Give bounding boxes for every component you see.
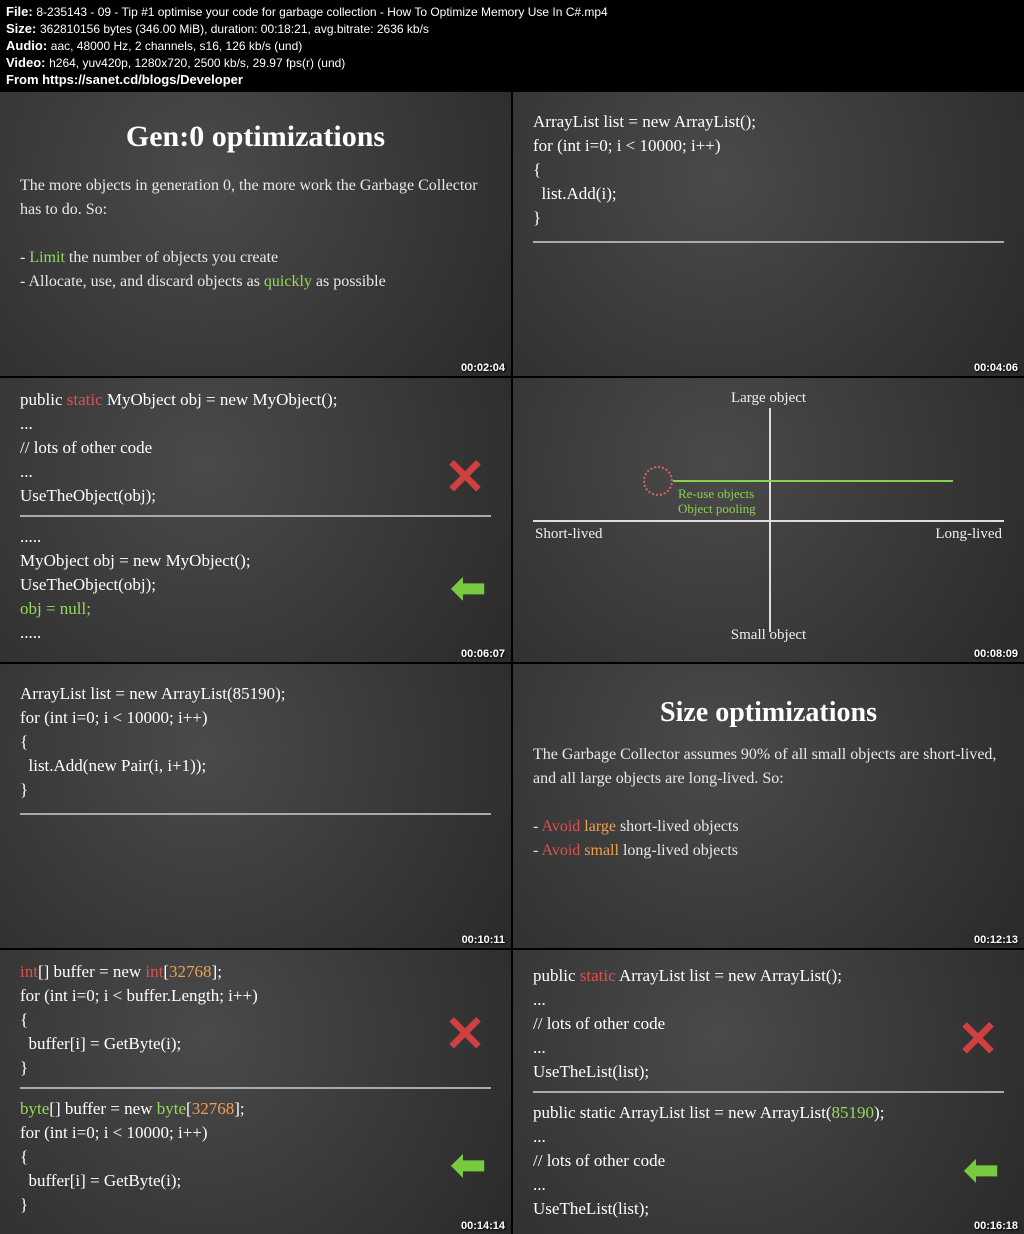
right-icon: ⬅: [451, 563, 486, 612]
thumb-1: Gen:0 optimizations The more objects in …: [0, 92, 511, 376]
divider: [20, 515, 491, 517]
horizontal-axis: [533, 520, 1004, 522]
axis-bottom-label: Small object: [731, 627, 806, 644]
bullet-2: - Avoid small long-lived objects: [533, 839, 1004, 863]
annotation-1: Re-use objects: [678, 486, 754, 502]
video-value: h264, yuv420p, 1280x720, 2500 kb/s, 29.9…: [49, 56, 345, 70]
dotted-circle: [643, 466, 673, 496]
code-top: public static MyObject obj = new MyObjec…: [20, 388, 491, 507]
timestamp: 00:16:18: [974, 1220, 1018, 1232]
right-icon: ⬅: [451, 1140, 486, 1189]
green-arrow: [673, 480, 953, 482]
right-icon: ⬅: [964, 1145, 999, 1194]
wrong-icon: ✕: [444, 1005, 486, 1063]
file-value: 8-235143 - 09 - Tip #1 optimise your cod…: [36, 5, 607, 19]
slide-body: The more objects in generation 0, the mo…: [20, 174, 491, 294]
timestamp: 00:08:09: [974, 648, 1018, 660]
wrong-icon: ✕: [444, 448, 486, 506]
thumb-5: ArrayList list = new ArrayList(85190); f…: [0, 664, 511, 948]
timestamp: 00:06:07: [461, 648, 505, 660]
file-info-header: File: 8-235143 - 09 - Tip #1 optimise yo…: [0, 0, 1024, 92]
slide-title: Size optimizations: [533, 697, 1004, 729]
intro-text: The more objects in generation 0, the mo…: [20, 174, 491, 222]
slide-body: The Garbage Collector assumes 90% of all…: [533, 743, 1004, 863]
thumb-6: Size optimizations The Garbage Collector…: [513, 664, 1024, 948]
timestamp: 00:12:13: [974, 934, 1018, 946]
divider: [533, 241, 1004, 243]
divider: [20, 813, 491, 815]
video-label: Video:: [6, 55, 49, 70]
size-value: 362810156 bytes (346.00 MiB), duration: …: [40, 22, 429, 36]
wrong-icon: ✕: [957, 1010, 999, 1068]
thumbnail-grid: Gen:0 optimizations The more objects in …: [0, 92, 1024, 1234]
code-top: public static ArrayList list = new Array…: [533, 964, 1004, 1083]
axis-right-label: Long-lived: [935, 526, 1002, 543]
bullet-1: - Avoid large short-lived objects: [533, 815, 1004, 839]
divider: [533, 1091, 1004, 1093]
timestamp: 00:10:11: [462, 934, 505, 946]
annotation-2: Object pooling: [678, 501, 756, 517]
audio-label: Audio:: [6, 38, 51, 53]
thumb-4: Large object Small object Short-lived Lo…: [513, 378, 1024, 662]
code-bot: public static ArrayList list = new Array…: [533, 1101, 1004, 1220]
timestamp: 00:14:14: [461, 1220, 505, 1232]
bullet-2: - Allocate, use, and discard objects as …: [20, 270, 491, 294]
divider: [20, 1087, 491, 1089]
code-bot: byte[] buffer = new byte[32768]; for (in…: [20, 1097, 491, 1216]
timestamp: 00:04:06: [974, 362, 1018, 374]
file-label: File:: [6, 4, 36, 19]
code-top: int[] buffer = new int[32768]; for (int …: [20, 960, 491, 1079]
thumb-7: int[] buffer = new int[32768]; for (int …: [0, 950, 511, 1234]
thumb-3: public static MyObject obj = new MyObjec…: [0, 378, 511, 662]
slide-title: Gen:0 optimizations: [20, 120, 491, 154]
thumb-8: public static ArrayList list = new Array…: [513, 950, 1024, 1234]
axis-top-label: Large object: [731, 390, 806, 407]
code-block: ArrayList list = new ArrayList(); for (i…: [533, 110, 1004, 229]
code-bot: ..... MyObject obj = new MyObject(); Use…: [20, 525, 491, 644]
thumb-2: ArrayList list = new ArrayList(); for (i…: [513, 92, 1024, 376]
intro-text: The Garbage Collector assumes 90% of all…: [533, 743, 1004, 791]
from-line: From https://sanet.cd/blogs/Developer: [6, 72, 1018, 89]
timestamp: 00:02:04: [461, 362, 505, 374]
audio-value: aac, 48000 Hz, 2 channels, s16, 126 kb/s…: [51, 39, 303, 53]
axis-left-label: Short-lived: [535, 526, 603, 543]
size-label: Size:: [6, 21, 40, 36]
bullet-1: - Limit the number of objects you create: [20, 246, 491, 270]
code-block: ArrayList list = new ArrayList(85190); f…: [20, 682, 491, 801]
